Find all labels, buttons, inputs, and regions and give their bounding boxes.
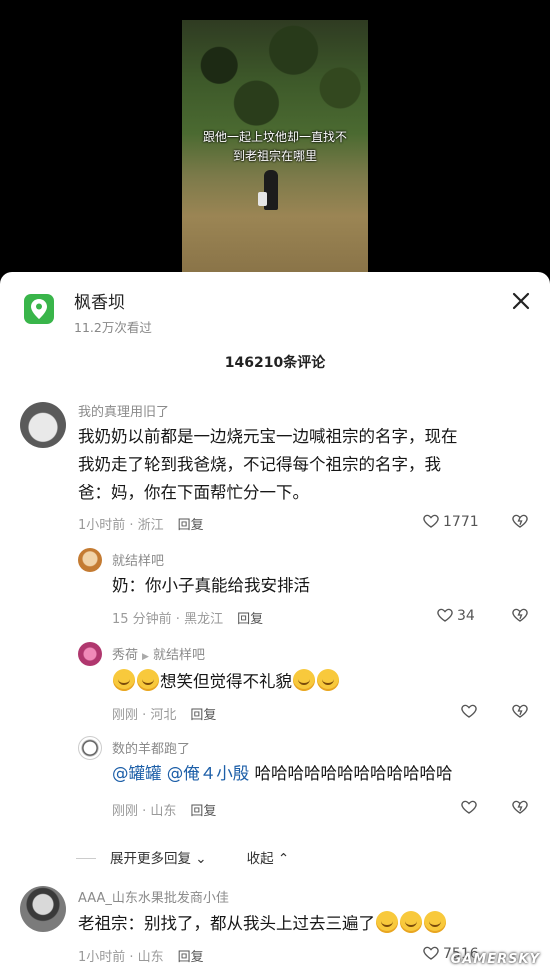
collapse-label: 收起: [246, 851, 274, 867]
dislike-icon[interactable]: [511, 702, 529, 724]
collapse-replies-button[interactable]: 收起 ⌃: [247, 851, 290, 867]
avatar[interactable]: [78, 736, 102, 760]
avatar[interactable]: [78, 642, 102, 666]
time-location: 刚刚 · 山东: [112, 804, 177, 819]
comment-item: 我的真理用旧了 我奶奶以前都是一边烧元宝一边喊祖宗的名字，现在 我奶走了轮到我爸…: [0, 394, 550, 544]
comment-text: 想笑但觉得不礼貌: [112, 668, 340, 696]
comment-author[interactable]: 就结样吧: [112, 550, 164, 569]
like-button[interactable]: 34: [436, 606, 475, 624]
author-name[interactable]: 秀荷: [112, 648, 138, 663]
view-count: 11.2万次看过: [74, 320, 152, 335]
comment-author[interactable]: 数的羊都跑了: [112, 738, 190, 757]
heart-icon: [437, 608, 453, 622]
comment-meta: 1小时前 · 浙江 回复: [78, 514, 204, 533]
comment-count: 146210条评论: [224, 355, 326, 371]
heart-icon: [423, 514, 439, 528]
time-location: 1小时前 · 山东: [78, 950, 164, 965]
like-button[interactable]: [460, 702, 481, 720]
laughing-emoji-icon: [113, 669, 135, 691]
comment-author[interactable]: 我的真理用旧了: [78, 401, 169, 420]
time-location: 1小时前 · 浙江: [78, 518, 164, 533]
comment-meta: 1小时前 · 山东 回复: [78, 946, 204, 965]
like-button[interactable]: [460, 798, 481, 816]
watermark: GAMERSKY: [450, 952, 540, 967]
subtitle-line: 到老祖宗在哪里: [232, 149, 317, 163]
video-subtitle: 跟他一起上坟他却一直找不 到老祖宗在哪里: [182, 128, 368, 166]
like-button[interactable]: 1771: [422, 512, 479, 530]
heart-icon: [423, 946, 439, 960]
avatar[interactable]: [20, 886, 66, 932]
subtitle-line: 跟他一起上坟他却一直找不: [202, 130, 347, 144]
comment-text-body: 哈哈哈哈哈哈哈哈哈哈哈哈: [254, 764, 453, 783]
video-frame[interactable]: 跟他一起上坟他却一直找不 到老祖宗在哪里: [182, 20, 368, 272]
mention-link[interactable]: @俺４小殷: [167, 764, 250, 783]
laughing-emoji-icon: [317, 669, 339, 691]
comment-text: 老祖宗：别找了，都从我头上过去三遍了: [78, 910, 447, 938]
dislike-icon[interactable]: [511, 606, 529, 628]
comment-text-line: 爸：妈，你在下面帮忙分一下。: [78, 483, 309, 502]
time-location: 刚刚 · 河北: [112, 708, 177, 723]
location-pin-icon[interactable]: [24, 294, 54, 324]
reply-button[interactable]: 回复: [190, 804, 216, 819]
mention-link[interactable]: @罐罐: [112, 764, 162, 783]
place-name[interactable]: 枫香坝: [74, 288, 125, 313]
like-count: 1771: [443, 514, 479, 530]
comment-text: 奶：你小子真能给我安排活: [112, 576, 310, 595]
chevron-up-icon: ⌃: [277, 851, 290, 867]
chevron-down-icon: ⌄: [195, 851, 207, 867]
reply-item: 就结样吧 奶：你小子真能给我安排活 15 分钟前 · 黑龙江 回复 34: [0, 542, 550, 634]
heart-icon: [461, 800, 477, 814]
laughing-emoji-icon: [293, 669, 315, 691]
close-icon[interactable]: [508, 288, 534, 314]
reply-item: 秀荷 ▶ 就结样吧 想笑但觉得不礼貌 刚刚 · 河北 回复: [0, 636, 550, 728]
dislike-icon[interactable]: [511, 798, 529, 820]
laughing-emoji-icon: [137, 669, 159, 691]
reply-button[interactable]: 回复: [237, 612, 263, 627]
expand-label: 展开更多回复: [110, 851, 191, 867]
comment-text-body: 老祖宗：别找了，都从我头上过去三遍了: [78, 914, 375, 933]
expand-more-replies-button[interactable]: 展开更多回复 ⌄: [110, 851, 207, 867]
laughing-emoji-icon: [424, 911, 446, 933]
time-location: 15 分钟前 · 黑龙江: [112, 612, 224, 627]
comment-text-body: 想笑但觉得不礼貌: [160, 672, 292, 691]
dislike-icon[interactable]: [511, 512, 529, 534]
avatar[interactable]: [20, 402, 66, 448]
comment-author[interactable]: AAA_山东水果批发商小佳: [78, 887, 229, 906]
comment-meta: 刚刚 · 山东 回复: [112, 800, 216, 819]
avatar[interactable]: [78, 548, 102, 572]
comment-meta: 刚刚 · 河北 回复: [112, 704, 216, 723]
reply-to-name[interactable]: 就结样吧: [153, 648, 205, 663]
heart-icon: [461, 704, 477, 718]
reply-item: 数的羊都跑了 @罐罐 @俺４小殷 哈哈哈哈哈哈哈哈哈哈哈哈 刚刚 · 山东 回复: [0, 730, 550, 828]
reply-button[interactable]: 回复: [178, 950, 204, 965]
like-count: 34: [457, 608, 475, 624]
comment-text-line: 我奶奶以前都是一边烧元宝一边喊祖宗的名字，现在: [78, 427, 458, 446]
laughing-emoji-icon: [376, 911, 398, 933]
bag-figure: [258, 192, 267, 206]
reply-button[interactable]: 回复: [190, 708, 216, 723]
divider-line: [76, 858, 96, 859]
comment-author[interactable]: 秀荷 ▶ 就结样吧: [112, 644, 205, 663]
reply-button[interactable]: 回复: [178, 518, 204, 533]
laughing-emoji-icon: [400, 911, 422, 933]
video-area[interactable]: 跟他一起上坟他却一直找不 到老祖宗在哪里: [0, 0, 550, 272]
reply-controls: 展开更多回复 ⌄ 收起 ⌃: [76, 847, 289, 867]
comment-meta: 15 分钟前 · 黑龙江 回复: [112, 608, 263, 627]
comment-sheet: 枫香坝 11.2万次看过 146210条评论 我的真理用旧了 我奶奶以前都是一边…: [0, 272, 550, 973]
comment-text: @罐罐 @俺４小殷 哈哈哈哈哈哈哈哈哈哈哈哈: [112, 760, 453, 788]
comment-text-line: 我奶走了轮到我爸烧，不记得每个祖宗的名字，我: [78, 455, 441, 474]
reply-arrow-icon: ▶: [142, 652, 149, 662]
